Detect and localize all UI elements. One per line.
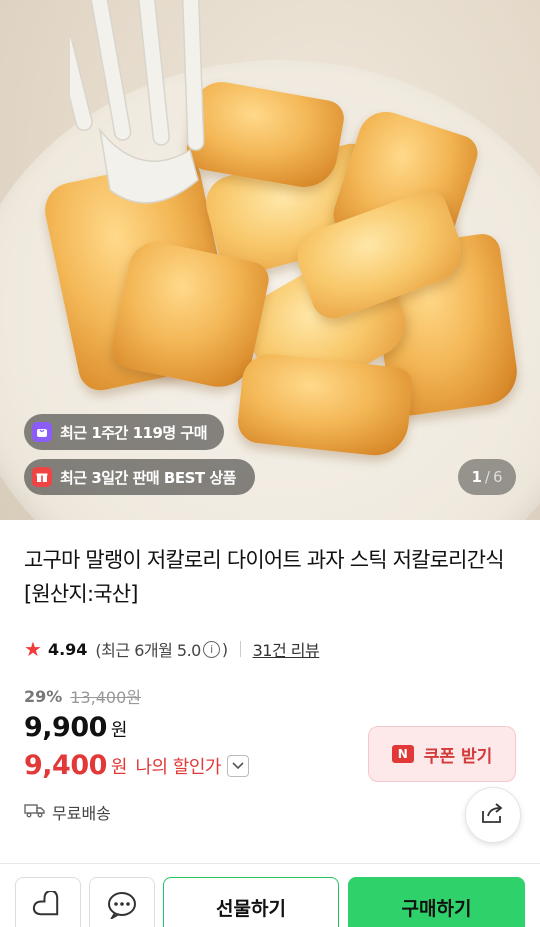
product-title: 고구마 말랭이 저칼로리 다이어트 과자 스틱 저칼로리간식 [원산지:국산]	[24, 548, 505, 606]
my-price-label: 나의 할인가	[135, 756, 221, 778]
image-counter-separator: /	[484, 468, 490, 486]
image-counter-current: 1	[471, 468, 482, 486]
discount-row: 29% 13,400원	[24, 684, 141, 708]
recent-purchase-badge: 최근 1주간 119명 구매	[24, 414, 224, 450]
fork	[70, 0, 205, 204]
discount-percent: 29%	[24, 686, 63, 706]
shipping-label: 무료배송	[52, 804, 111, 823]
coupon-n-icon: N	[391, 745, 414, 763]
gift-icon	[32, 467, 52, 487]
food-piece	[235, 351, 415, 459]
share-icon	[480, 801, 506, 829]
my-discount-price: 9,400	[24, 750, 107, 781]
best-seller-text: 최근 3일간 판매 BEST 상품	[60, 468, 236, 487]
heart-icon	[32, 889, 64, 924]
coupon-label: 쿠폰 받기	[423, 746, 493, 767]
rating-recent-text: (최근 6개월 5.0	[95, 641, 201, 660]
original-price: 13,400원	[70, 688, 142, 707]
share-button[interactable]	[465, 787, 521, 843]
chat-icon	[107, 891, 137, 924]
buy-button[interactable]: 구매하기	[348, 877, 525, 927]
price-row: 9,900 원	[24, 712, 127, 743]
chat-button[interactable]	[89, 877, 155, 927]
gift-button[interactable]: 선물하기	[163, 877, 339, 927]
image-counter: 1 / 6	[458, 459, 516, 495]
divider	[239, 641, 241, 657]
coupon-button[interactable]: N 쿠폰 받기	[368, 726, 516, 782]
star-icon: ★	[24, 637, 42, 661]
sale-price: 9,900	[24, 712, 107, 743]
best-seller-badge: 최근 3일간 판매 BEST 상품	[24, 459, 255, 495]
sale-price-unit: 원	[110, 720, 128, 741]
rating-recent: (최근 6개월 5.0 i )	[95, 637, 228, 661]
bottom-divider	[0, 863, 540, 864]
recent-purchase-text: 최근 1주간 119명 구매	[60, 423, 208, 442]
chevron-down-icon[interactable]	[227, 754, 249, 777]
shipping-row: 무료배송	[24, 800, 111, 824]
wishlist-button[interactable]	[15, 877, 81, 927]
image-counter-total: 6	[492, 468, 503, 486]
my-price-row[interactable]: 9,400 원 나의 할인가	[24, 750, 249, 781]
rating-recent-close: )	[221, 639, 228, 659]
my-price-unit: 원	[110, 756, 128, 778]
rating-score: 4.94	[47, 639, 88, 659]
bag-icon	[32, 422, 52, 442]
info-icon[interactable]: i	[202, 640, 220, 658]
truck-icon	[24, 802, 46, 822]
review-link[interactable]: 31건 리뷰	[253, 637, 320, 661]
product-image[interactable]: 최근 1주간 119명 구매 최근 3일간 판매 BEST 상품 1 / 6	[0, 0, 540, 520]
rating-row: ★ 4.94 (최근 6개월 5.0 i ) 31건 리뷰	[24, 636, 320, 662]
